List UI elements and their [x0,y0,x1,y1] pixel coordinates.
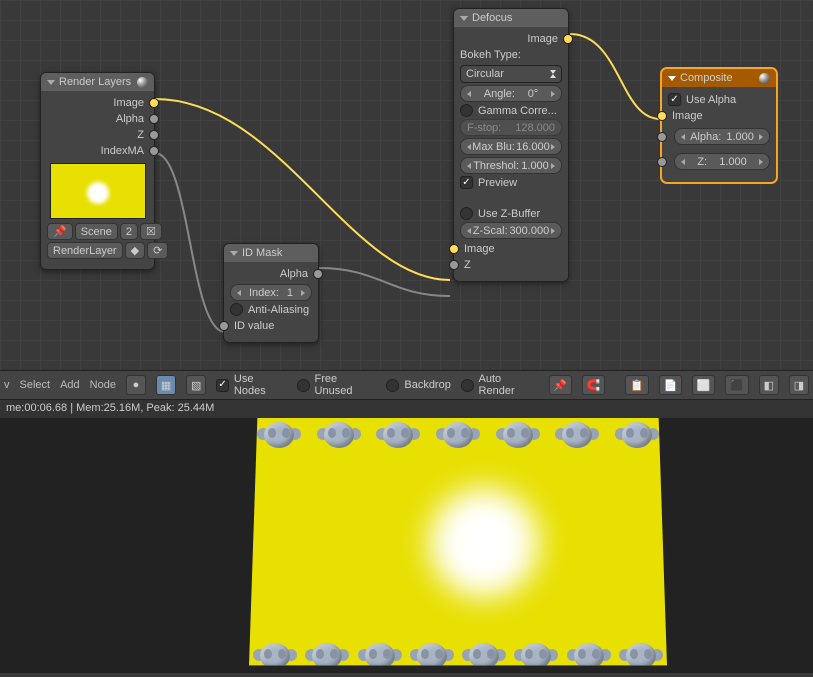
socket-z-in[interactable] [657,157,667,167]
collapse-icon[interactable] [460,16,468,21]
socket-idvalue-in[interactable] [219,321,229,331]
output-label: Alpha [116,113,144,125]
renderlayer-select[interactable]: RenderLayer [47,242,123,259]
socket-image-in[interactable] [449,244,459,254]
socket-z-out[interactable] [149,130,159,140]
menu-view[interactable]: v [4,379,10,391]
input-label: Image [464,243,495,255]
remove-button[interactable]: ☒ [140,223,162,240]
node-header[interactable]: Render Layers [41,73,154,91]
socket-image-out[interactable] [149,98,159,108]
collapse-icon[interactable] [668,76,676,81]
anti-aliasing-checkbox[interactable]: Anti-Aliasing [230,303,312,316]
auto-render-checkbox[interactable]: Auto Render [461,373,539,397]
bokeh-type-select[interactable]: Circular [460,65,562,83]
pin-button[interactable]: 📌 [549,375,572,395]
status-text: me:00:06.68 | Mem:25.16M, Peak: 25.44M [6,402,214,414]
node-header[interactable]: Defocus [454,9,568,27]
compositing-mode-button[interactable]: ▦ [156,375,176,395]
node-editor-toolbar: v Select Add Node ● ▦ ▧ Use Nodes Free U… [0,370,813,400]
socket-indexma-out[interactable] [149,146,159,156]
copy-button[interactable]: 📋 [625,375,648,395]
material-mode-button[interactable]: ● [126,375,146,395]
collapse-icon[interactable] [47,80,55,85]
preview-sphere-icon[interactable] [137,77,148,88]
node-composite[interactable]: Composite Use Alpha Image Alpha:1.000 Z:… [661,68,777,183]
socket-image-in[interactable] [657,111,667,121]
scene-users[interactable]: 2 [120,223,138,240]
input-label: Z [464,259,471,271]
preview-checkbox[interactable]: Preview [460,176,562,189]
free-unused-checkbox[interactable]: Free Unused [297,373,377,397]
refresh-button[interactable]: ⟳ [147,242,168,259]
tool-button[interactable]: ◧ [759,375,779,395]
zscale-field[interactable]: Z-Scal:300.000 [460,222,562,239]
node-title: Render Layers [59,76,131,88]
render-preview-thumb [50,163,146,219]
use-nodes-checkbox[interactable]: Use Nodes [216,373,287,397]
dropdown-button[interactable]: ◆ [125,242,145,259]
tool-button[interactable]: ⬜ [692,375,715,395]
status-bar: me:00:06.68 | Mem:25.16M, Peak: 25.44M [0,400,813,418]
node-header[interactable]: ID Mask [224,244,318,262]
socket-alpha-in[interactable] [657,132,667,142]
fstop-field: F-stop:128.000 [460,119,562,136]
zbuffer-checkbox[interactable]: Use Z-Buffer [460,207,562,220]
socket-image-out[interactable] [563,34,573,44]
threshold-field[interactable]: Threshol:1.000 [460,157,562,174]
socket-alpha-out[interactable] [313,269,323,279]
backdrop-checkbox[interactable]: Backdrop [386,379,450,392]
collapse-icon[interactable] [230,251,238,256]
node-header[interactable]: Composite [662,69,776,87]
pin-button[interactable]: 📌 [47,223,73,240]
snap-button[interactable]: 🧲 [582,375,605,395]
maxblur-field[interactable]: Max Blu:16.000 [460,138,562,155]
node-id-mask[interactable]: ID Mask Alpha Index:1 Anti-Aliasing ID v… [223,243,319,343]
gamma-checkbox[interactable]: Gamma Corre... [460,104,562,117]
node-defocus[interactable]: Defocus Image Bokeh Type: Circular Angle… [453,8,569,282]
output-label: IndexMA [101,145,144,157]
paste-button[interactable]: 📄 [659,375,682,395]
index-field[interactable]: Index:1 [230,284,312,301]
use-alpha-checkbox[interactable]: Use Alpha [668,93,770,106]
texture-mode-button[interactable]: ▧ [186,375,206,395]
z-field[interactable]: Z:1.000 [674,153,770,170]
tool-button[interactable]: ⬛ [725,375,748,395]
node-title: ID Mask [242,247,282,259]
input-label: ID value [234,320,274,332]
tool-button[interactable]: ◨ [789,375,809,395]
output-label: Z [137,129,144,141]
preview-sphere-icon[interactable] [759,73,770,84]
input-label: Image [672,110,703,122]
alpha-field[interactable]: Alpha:1.000 [674,128,770,145]
menu-node[interactable]: Node [90,379,116,391]
output-label: Image [113,97,144,109]
bokeh-type-label: Bokeh Type: [460,47,562,63]
node-render-layers[interactable]: Render Layers Image Alpha Z IndexMA 📌 Sc… [40,72,155,270]
image-viewer[interactable] [0,418,813,673]
menu-add[interactable]: Add [60,379,80,391]
node-title: Defocus [472,12,512,24]
render-result [249,418,667,673]
socket-z-in[interactable] [449,260,459,270]
angle-field[interactable]: Angle:0° [460,85,562,102]
output-label: Image [527,33,558,45]
scene-select[interactable]: Scene [75,223,118,240]
menu-select[interactable]: Select [20,379,51,391]
output-label: Alpha [280,268,308,280]
socket-alpha-out[interactable] [149,114,159,124]
node-title: Composite [680,72,733,84]
